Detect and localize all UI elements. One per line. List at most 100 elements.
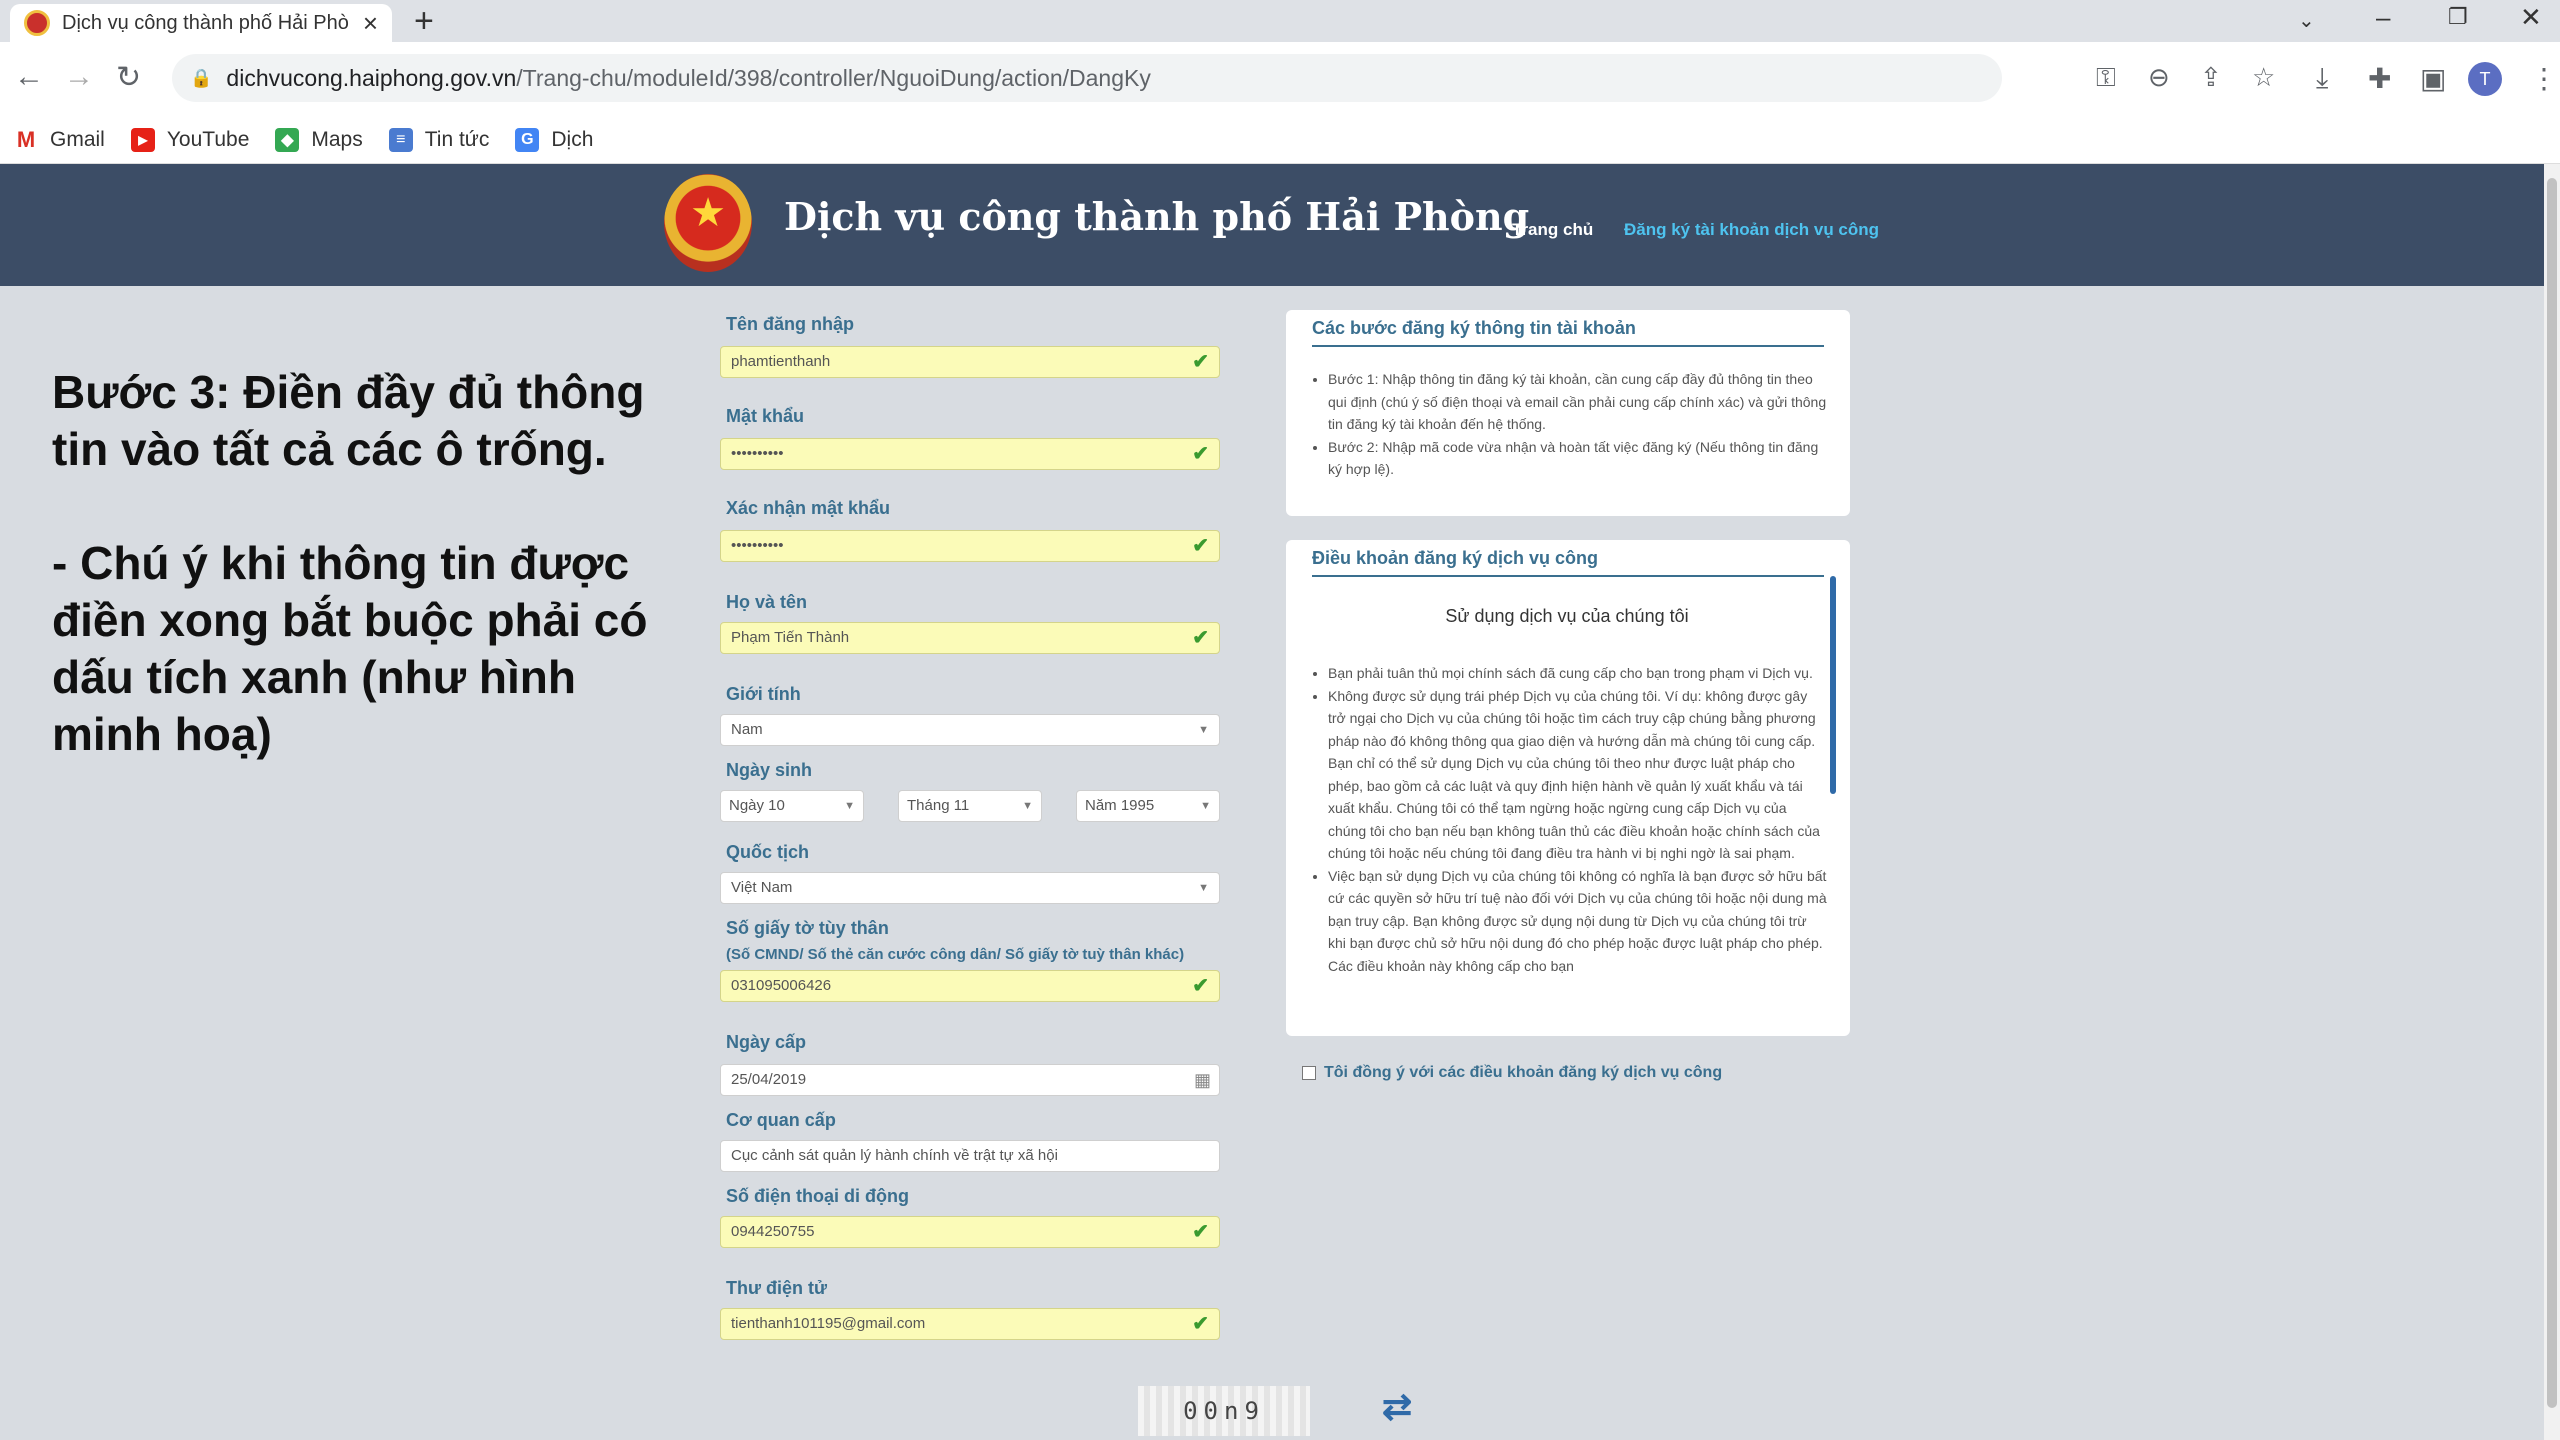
news-icon: ≡ (388, 127, 413, 152)
gender-label: Giới tính (726, 684, 801, 704)
dob-label: Ngày sinh (726, 760, 813, 780)
steps-list: Bước 1: Nhập thông tin đăng ký tài khoản… (1312, 368, 1828, 481)
back-icon[interactable]: ← (14, 60, 44, 94)
password-field[interactable]: •••••••••• ✔ (720, 438, 1220, 470)
reload-icon[interactable]: ↻ (116, 60, 141, 95)
bookmark-maps[interactable]: ◆ Maps (275, 127, 363, 152)
nav-home-link[interactable]: Trang chủ (1512, 220, 1593, 240)
zoom-icon[interactable]: ⊖ (2148, 62, 2170, 93)
tab-search-icon[interactable]: ⌄ (2298, 8, 2315, 33)
terms-list: Bạn phải tuân thủ mọi chính sách đã cung… (1312, 662, 1828, 977)
side-panel-icon[interactable]: ▣ (2420, 62, 2446, 95)
profile-avatar[interactable]: T (2468, 62, 2502, 96)
check-icon: ✔ (1192, 975, 1209, 997)
issue-date-field[interactable]: 25/04/2019 ▦ (720, 1064, 1220, 1096)
check-icon: ✔ (1192, 1221, 1209, 1243)
chevron-down-icon: ▼ (1022, 800, 1033, 812)
scrollbar-thumb[interactable] (2547, 178, 2557, 1408)
issuer-field[interactable]: Cục cảnh sát quản lý hành chính về trật … (720, 1140, 1220, 1172)
lock-icon: 🔒 (190, 67, 213, 88)
browser-tab[interactable]: Dịch vụ công thành phố Hải Phò × (10, 4, 392, 42)
chevron-down-icon: ▼ (1200, 800, 1211, 812)
steps-panel-title: Các bước đăng ký thông tin tài khoản (1312, 318, 1824, 347)
id-number-label: Số giấy tờ tùy thân (726, 918, 889, 938)
site-header: ★ Dịch vụ công thành phố Hải Phòng Trang… (0, 164, 2544, 286)
check-icon: ✔ (1192, 627, 1209, 649)
forward-icon[interactable]: → (64, 60, 94, 94)
username-field[interactable]: phamtienthanh ✔ (720, 346, 1220, 378)
nationality-label: Quốc tịch (726, 842, 810, 862)
phone-field[interactable]: 0944250755 ✔ (720, 1216, 1220, 1248)
page-scrollbar[interactable] (2544, 164, 2560, 1440)
list-item: Không được sử dụng trái phép Dịch vụ của… (1328, 685, 1828, 865)
check-icon: ✔ (1192, 351, 1209, 373)
chevron-down-icon: ▼ (844, 800, 855, 812)
password-key-icon[interactable]: ⚿ (2096, 62, 2116, 94)
web-page: ★ Dịch vụ công thành phố Hải Phòng Trang… (0, 164, 2544, 1440)
agree-label: Tôi đồng ý với các điều khoản đăng ký dị… (1324, 1064, 1723, 1081)
nationality-select[interactable]: Việt Nam ▼ (720, 872, 1220, 904)
site-title: Dịch vụ công thành phố Hải Phòng (784, 194, 1530, 239)
id-number-hint: (Số CMND/ Số thẻ căn cước công dân/ Số g… (726, 946, 1185, 963)
national-emblem-icon: ★ (664, 174, 752, 272)
steps-panel: Các bước đăng ký thông tin tài khoản Bướ… (1286, 310, 1850, 516)
list-item: Bước 1: Nhập thông tin đăng ký tài khoản… (1328, 368, 1828, 436)
fullname-field[interactable]: Phạm Tiến Thành ✔ (720, 622, 1220, 654)
username-label: Tên đăng nhập (726, 314, 854, 334)
list-item: Bạn phải tuân thủ mọi chính sách đã cung… (1328, 662, 1828, 685)
email-field[interactable]: tienthanh101195@gmail.com ✔ (720, 1308, 1220, 1340)
agree-terms-row[interactable]: Tôi đồng ý với các điều khoản đăng ký dị… (1302, 1064, 1722, 1082)
address-bar[interactable]: 🔒 dichvucong.haiphong.gov.vn/Trang-chu/m… (172, 54, 2002, 102)
list-item: Việc bạn sử dụng Dịch vụ của chúng tôi k… (1328, 865, 1828, 978)
extensions-icon[interactable]: ✚ (2368, 62, 2391, 95)
youtube-icon: ▶ (130, 127, 155, 152)
bookmark-translate[interactable]: G Dịch (515, 127, 593, 152)
dob-day-select[interactable]: Ngày 10 ▼ (720, 790, 864, 822)
check-icon: ✔ (1192, 535, 1209, 557)
fullname-label: Họ và tên (726, 592, 808, 612)
bookmark-star-icon[interactable]: ☆ (2252, 62, 2275, 93)
site-favicon-icon (24, 10, 50, 36)
gender-select[interactable]: Nam ▼ (720, 714, 1220, 746)
terms-subtitle: Sử dụng dịch vụ của chúng tôi (1445, 606, 1689, 626)
list-item: Bước 2: Nhập mã code vừa nhận và hoàn tấ… (1328, 436, 1828, 481)
calendar-icon[interactable]: ▦ (1194, 1065, 1211, 1095)
close-tab-icon[interactable]: × (363, 10, 378, 36)
translate-icon: G (515, 127, 540, 152)
restore-icon[interactable]: ❐ (2448, 4, 2468, 30)
nav-register-link[interactable]: Đăng ký tài khoản dịch vụ công (1624, 220, 1879, 240)
confirm-password-label: Xác nhận mật khẩu (726, 498, 891, 518)
share-icon[interactable]: ⇪ (2200, 62, 2222, 93)
terms-panel: Điều khoản đăng ký dịch vụ công Sử dụng … (1286, 540, 1850, 1036)
chevron-down-icon: ▼ (1198, 724, 1209, 736)
terms-scrollbar[interactable] (1830, 576, 1836, 794)
url-text: dichvucong.haiphong.gov.vn/Trang-chu/mod… (226, 64, 1151, 91)
tab-bar: Dịch vụ công thành phố Hải Phò × + ⌄ – ❐… (0, 0, 2560, 42)
confirm-password-field[interactable]: •••••••••• ✔ (720, 530, 1220, 562)
issue-date-label: Ngày cấp (726, 1032, 807, 1052)
issuer-label: Cơ quan cấp (726, 1110, 836, 1130)
bookmark-gmail[interactable]: M Gmail (14, 126, 105, 152)
tab-title: Dịch vụ công thành phố Hải Phò (62, 11, 349, 34)
email-label: Thư điện tử (726, 1278, 828, 1298)
bookmark-youtube[interactable]: ▶ YouTube (130, 127, 249, 152)
dob-year-select[interactable]: Năm 1995 ▼ (1076, 790, 1220, 822)
chevron-down-icon: ▼ (1198, 882, 1209, 894)
gmail-icon: M (16, 126, 36, 152)
id-number-field[interactable]: 031095006426 ✔ (720, 970, 1220, 1002)
check-icon: ✔ (1192, 443, 1209, 465)
new-tab-icon[interactable]: + (414, 2, 434, 41)
more-menu-icon[interactable]: ⋮ (2530, 62, 2558, 95)
refresh-captcha-icon[interactable]: ⇄ (1382, 1386, 1412, 1428)
phone-label: Số điện thoại di động (726, 1186, 909, 1206)
instruction-note: Bước 3: Điền đầy đủ thông tin vào tất cả… (52, 366, 648, 760)
agree-checkbox[interactable] (1302, 1066, 1316, 1080)
bookmarks-bar: M Gmail ▶ YouTube ◆ Maps ≡ Tin tức G Dịch (0, 116, 2560, 164)
maps-icon: ◆ (275, 127, 300, 152)
dob-month-select[interactable]: Tháng 11 ▼ (898, 790, 1042, 822)
bookmark-news[interactable]: ≡ Tin tức (388, 127, 489, 152)
download-icon[interactable]: ⤓ (2316, 62, 2328, 95)
minimize-icon[interactable]: – (2376, 2, 2390, 33)
captcha-image: 00n9 (1138, 1386, 1310, 1436)
window-close-icon[interactable]: ✕ (2520, 2, 2542, 33)
